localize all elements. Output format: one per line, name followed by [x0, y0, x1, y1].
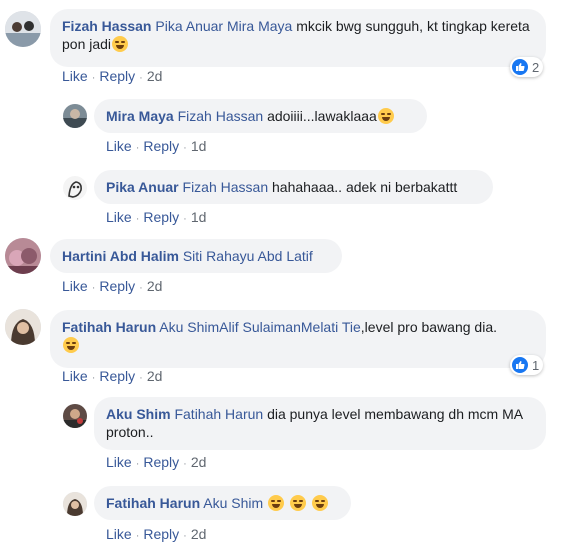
like-link[interactable]: Like: [106, 138, 132, 154]
mention[interactable]: Fatihah Harun: [174, 406, 263, 422]
like-link[interactable]: Like: [106, 209, 132, 225]
like-link[interactable]: Like: [62, 278, 88, 294]
comment-bubble: Hartini Abd Halim Siti Rahayu Abd Latif: [50, 239, 342, 273]
avatar[interactable]: [63, 176, 87, 200]
separator: ·: [135, 530, 140, 542]
comment-author[interactable]: Fatihah Harun: [62, 319, 156, 335]
avatar[interactable]: [63, 492, 87, 516]
separator: ·: [135, 213, 140, 225]
timestamp[interactable]: 2d: [147, 368, 163, 384]
like-thumb-icon: [512, 59, 528, 75]
comment-actions: Like · Reply · 2d: [106, 526, 206, 542]
separator: ·: [91, 282, 96, 294]
comment-author[interactable]: Hartini Abd Halim: [62, 248, 179, 264]
comment-bubble: Pika Anuar Fizah Hassan hahahaaa.. adek …: [94, 170, 493, 204]
mention[interactable]: Mira Maya: [227, 18, 292, 34]
comment-text: adoiiii...lawaklaaa: [267, 108, 377, 124]
separator: ·: [183, 530, 187, 542]
laughing-emoji-icon: [311, 495, 328, 511]
reaction-number: 1: [532, 357, 540, 373]
laughing-emoji-icon: [377, 108, 394, 124]
mention[interactable]: Fizah Hassan: [178, 108, 264, 124]
comment-actions: Like · Reply · 2d: [62, 278, 162, 294]
separator: ·: [91, 72, 96, 84]
like-link[interactable]: Like: [62, 368, 88, 384]
like-link[interactable]: Like: [106, 526, 132, 542]
avatar[interactable]: [5, 309, 41, 345]
comment-bubble: Fatihah Harun Aku Shim: [94, 486, 351, 520]
mention[interactable]: Melati Tie: [301, 319, 361, 335]
mention[interactable]: Alif Sulaiman: [219, 319, 301, 335]
comment-bubble: Fatihah Harun Aku ShimAlif SulaimanMelat…: [50, 310, 546, 368]
reply-link[interactable]: Reply: [143, 526, 179, 542]
comment-author[interactable]: Pika Anuar: [106, 179, 179, 195]
comment-text: ,level pro bawang dia.: [360, 319, 497, 335]
timestamp[interactable]: 2d: [191, 526, 207, 542]
like-link[interactable]: Like: [106, 454, 132, 470]
comment-text: hahahaaa.. adek ni berbakattt: [272, 179, 458, 195]
separator: ·: [183, 142, 187, 154]
comment-author[interactable]: Fatihah Harun: [106, 495, 200, 511]
reaction-count[interactable]: 2: [510, 57, 544, 77]
reaction-number: 2: [532, 59, 540, 75]
mention[interactable]: Fizah Hassan: [183, 179, 269, 195]
mention[interactable]: Siti Rahayu Abd Latif: [183, 248, 313, 264]
avatar[interactable]: [5, 11, 41, 47]
separator: ·: [91, 372, 96, 384]
separator: ·: [183, 213, 187, 225]
laughing-emoji-icon: [112, 36, 129, 52]
reaction-count[interactable]: 1: [510, 355, 544, 375]
avatar[interactable]: [63, 404, 87, 428]
reply-link[interactable]: Reply: [99, 278, 135, 294]
avatar[interactable]: [63, 104, 87, 128]
reply-link[interactable]: Reply: [99, 68, 135, 84]
separator: ·: [139, 282, 143, 294]
separator: ·: [139, 72, 143, 84]
timestamp[interactable]: 1d: [191, 138, 207, 154]
comment-bubble: Mira Maya Fizah Hassan adoiiii...lawakla…: [94, 99, 427, 133]
separator: ·: [135, 142, 140, 154]
reply-link[interactable]: Reply: [143, 138, 179, 154]
laughing-emoji-icon: [268, 495, 285, 511]
like-thumb-icon: [512, 357, 528, 373]
separator: ·: [135, 458, 140, 470]
timestamp[interactable]: 1d: [191, 209, 207, 225]
like-link[interactable]: Like: [62, 68, 88, 84]
comment-actions: Like · Reply · 2d: [62, 68, 162, 84]
comment-actions: Like · Reply · 2d: [106, 454, 206, 470]
comment-author[interactable]: Mira Maya: [106, 108, 174, 124]
comment-actions: Like · Reply · 2d: [62, 368, 162, 384]
mention[interactable]: Aku Shim: [159, 319, 219, 335]
laughing-emoji-icon: [289, 495, 306, 511]
mention[interactable]: Aku Shim: [203, 495, 263, 511]
comment-bubble: Fizah Hassan Pika Anuar Mira Maya mkcik …: [50, 9, 546, 67]
reply-link[interactable]: Reply: [143, 454, 179, 470]
comment-bubble: Aku Shim Fatihah Harun dia punya level m…: [94, 397, 546, 450]
avatar[interactable]: [5, 238, 41, 274]
reply-link[interactable]: Reply: [143, 209, 179, 225]
comment-author[interactable]: Fizah Hassan: [62, 18, 151, 34]
mention[interactable]: Pika Anuar: [155, 18, 223, 34]
timestamp[interactable]: 2d: [147, 68, 163, 84]
separator: ·: [139, 372, 143, 384]
laughing-emoji-icon: [63, 337, 79, 353]
comment-actions: Like · Reply · 1d: [106, 138, 206, 154]
comment-author[interactable]: Aku Shim: [106, 406, 171, 422]
comment-actions: Like · Reply · 1d: [106, 209, 206, 225]
reply-link[interactable]: Reply: [99, 368, 135, 384]
timestamp[interactable]: 2d: [191, 454, 207, 470]
timestamp[interactable]: 2d: [147, 278, 163, 294]
separator: ·: [183, 458, 187, 470]
